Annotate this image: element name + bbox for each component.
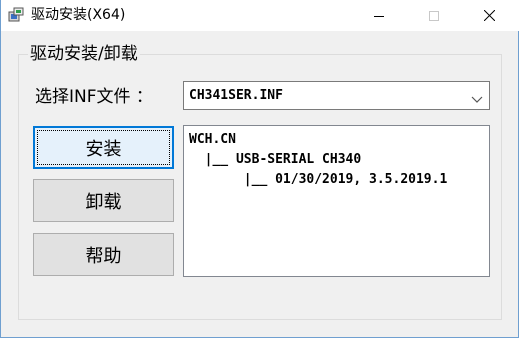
- info-line-version: |__ 01/30/2019, 3.5.2019.1: [189, 172, 448, 187]
- uninstall-button[interactable]: 卸载: [33, 179, 174, 222]
- info-line-device: |__ USB-SERIAL CH340: [189, 152, 362, 167]
- install-button[interactable]: 安装: [33, 126, 174, 169]
- help-button[interactable]: 帮助: [33, 233, 174, 276]
- chevron-down-icon[interactable]: [471, 90, 483, 103]
- driver-info-box[interactable]: WCH.CN |__ USB-SERIAL CH340 |__ 01/30/20…: [183, 125, 490, 277]
- uninstall-button-label: 卸载: [85, 191, 122, 213]
- close-button[interactable]: [466, 0, 512, 31]
- maximize-icon: [429, 6, 439, 25]
- info-line-vendor: WCH.CN: [189, 132, 236, 147]
- minimize-button[interactable]: [356, 0, 402, 31]
- main-window: 驱动安装(X64) 驱动安装/卸载 选择INF文件 ： CH341SER.INF…: [0, 0, 519, 338]
- help-button-label: 帮助: [85, 245, 122, 267]
- title-bar[interactable]: 驱动安装(X64): [1, 0, 519, 31]
- groupbox-title: 驱动安装/卸载: [28, 44, 140, 64]
- focus-rect: [37, 130, 170, 165]
- inf-file-value: CH341SER.INF: [189, 88, 283, 103]
- inf-file-label: 选择INF文件 ：: [35, 87, 153, 107]
- driver-install-icon: [8, 7, 24, 23]
- inf-file-select[interactable]: CH341SER.INF: [183, 81, 490, 110]
- window-title: 驱动安装(X64): [31, 7, 126, 23]
- minimize-icon: [374, 6, 384, 25]
- close-icon: [483, 6, 495, 25]
- maximize-button[interactable]: [411, 0, 457, 31]
